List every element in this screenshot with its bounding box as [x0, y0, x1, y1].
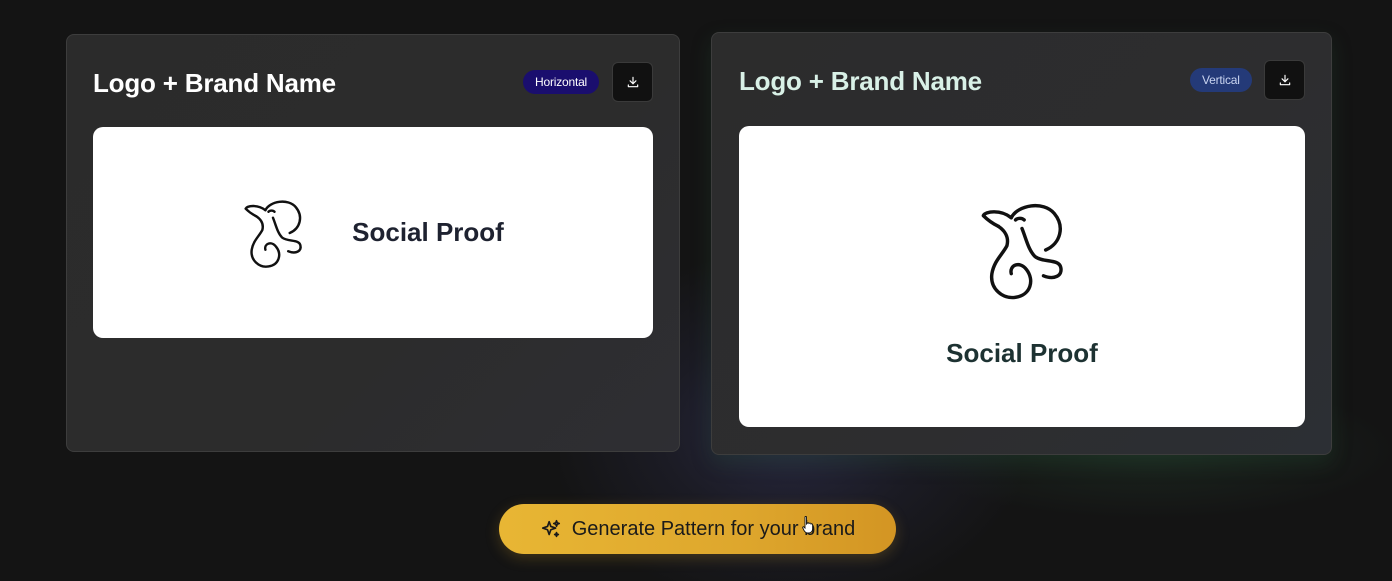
download-button[interactable]: [1264, 60, 1305, 100]
mouse-cursor-icon: [802, 516, 814, 534]
elephant-logo-icon: [244, 199, 302, 268]
logo-card-horizontal: Logo + Brand Name Horizontal Social Proo…: [66, 34, 680, 452]
card-title: Logo + Brand Name: [739, 66, 982, 96]
orientation-badge: Vertical: [1190, 68, 1252, 92]
download-icon: [627, 76, 638, 88]
download-button[interactable]: [612, 62, 653, 102]
card-title: Logo + Brand Name: [93, 68, 336, 98]
logo-preview-vertical: Social Proof: [739, 126, 1305, 427]
generate-pattern-button[interactable]: Generate Pattern for your brand: [499, 504, 896, 554]
brand-name: Social Proof: [946, 338, 1098, 368]
orientation-badge: Horizontal: [523, 70, 600, 94]
logo-card-vertical: Logo + Brand Name Vertical Social Proof: [711, 32, 1332, 455]
download-icon: [1279, 74, 1290, 86]
brand-name: Social Proof: [352, 217, 504, 247]
elephant-logo-icon: [981, 204, 1063, 300]
logo-preview-horizontal: Social Proof: [93, 127, 653, 338]
sparkle-icon: [541, 519, 560, 538]
